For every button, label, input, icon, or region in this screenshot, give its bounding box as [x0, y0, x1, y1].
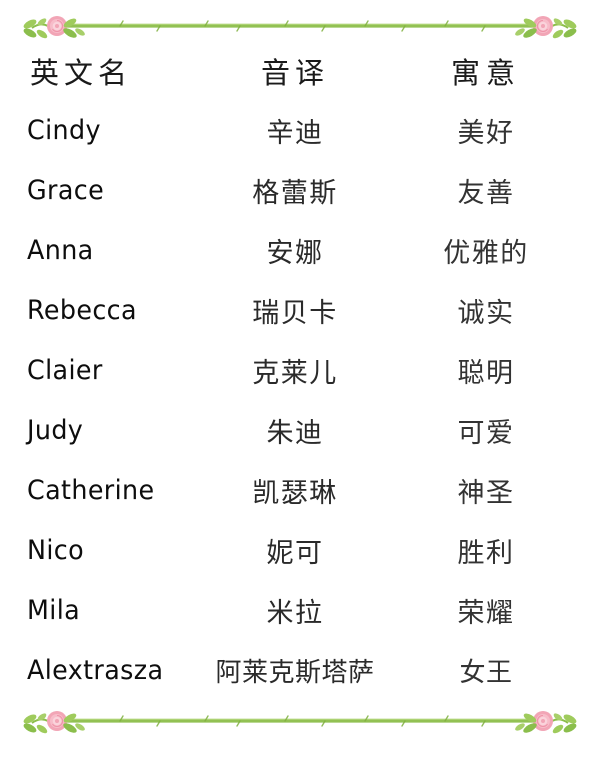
- bottom-floral-divider: [0, 703, 600, 737]
- meaning-value: 荣耀: [457, 597, 515, 628]
- table-header-row: 英文名 音译 寓意: [0, 42, 600, 100]
- cell-english-name: Judy: [0, 400, 200, 460]
- divider-graphic: [23, 711, 577, 734]
- top-floral-divider: [0, 8, 600, 42]
- transliteration-value: 朱迪: [266, 417, 324, 448]
- cell-transliteration: 辛迪: [200, 100, 390, 160]
- meaning-value: 胜利: [457, 537, 515, 568]
- transliteration-value: 安娜: [266, 237, 324, 268]
- table-row: Judy 朱迪 可爱: [0, 400, 600, 460]
- meaning-value: 美好: [457, 117, 515, 148]
- table-row: Claier 克莱儿 聪明: [0, 340, 600, 400]
- name-table: 英文名 音译 寓意 Cindy 辛迪 美好 Grace 格蕾斯 友善 Anna …: [0, 42, 600, 700]
- table-row: Rebecca 瑞贝卡 诚实: [0, 280, 600, 340]
- cell-transliteration: 朱迪: [200, 400, 390, 460]
- header-label-english-name: 英文名: [30, 58, 133, 90]
- cell-transliteration: 凯瑟琳: [200, 460, 390, 520]
- english-name-value: Anna: [27, 234, 94, 266]
- english-name-value: Claier: [27, 354, 103, 386]
- meaning-value: 女王: [459, 657, 513, 687]
- cell-english-name: Cindy: [0, 100, 200, 160]
- cell-meaning: 女王: [390, 640, 600, 700]
- meaning-value: 可爱: [457, 417, 515, 448]
- english-name-value: Judy: [27, 414, 84, 446]
- left-leaf-sprig: [23, 713, 49, 734]
- meaning-value: 诚实: [457, 297, 515, 328]
- cell-meaning: 荣耀: [390, 580, 600, 640]
- table-row: Nico 妮可 胜利: [0, 520, 600, 580]
- english-name-value: Alextrasza: [27, 654, 164, 686]
- cell-transliteration: 米拉: [200, 580, 390, 640]
- transliteration-value: 阿莱克斯塔萨: [215, 657, 375, 687]
- cell-meaning: 友善: [390, 160, 600, 220]
- name-list-page: 英文名 音译 寓意 Cindy 辛迪 美好 Grace 格蕾斯 友善 Anna …: [0, 0, 600, 757]
- cell-transliteration: 安娜: [200, 220, 390, 280]
- cell-english-name: Catherine: [0, 460, 200, 520]
- header-label-meaning: 寓意: [450, 58, 521, 90]
- header-cell-transliteration: 音译: [200, 42, 390, 100]
- table-row: Cindy 辛迪 美好: [0, 100, 600, 160]
- cell-english-name: Rebecca: [0, 280, 200, 340]
- table-row: Alextrasza 阿莱克斯塔萨 女王: [0, 640, 600, 700]
- english-name-value: Mila: [27, 594, 81, 626]
- cell-transliteration: 瑞贝卡: [200, 280, 390, 340]
- english-name-value: Catherine: [27, 474, 155, 506]
- header-cell-english-name: 英文名: [0, 42, 200, 100]
- meaning-value: 聪明: [457, 357, 515, 388]
- transliteration-value: 辛迪: [266, 117, 324, 148]
- cell-transliteration: 妮可: [200, 520, 390, 580]
- table-row: Grace 格蕾斯 友善: [0, 160, 600, 220]
- table-row: Mila 米拉 荣耀: [0, 580, 600, 640]
- cell-transliteration: 克莱儿: [200, 340, 390, 400]
- transliteration-value: 凯瑟琳: [252, 477, 338, 508]
- cell-english-name: Mila: [0, 580, 200, 640]
- cell-transliteration: 格蕾斯: [200, 160, 390, 220]
- divider-graphic: [23, 16, 577, 39]
- header-label-transliteration: 音译: [260, 58, 329, 90]
- transliteration-value: 瑞贝卡: [252, 297, 338, 328]
- cell-meaning: 优雅的: [390, 220, 600, 280]
- header-cell-meaning: 寓意: [390, 42, 600, 100]
- cell-meaning: 可爱: [390, 400, 600, 460]
- cell-english-name: Anna: [0, 220, 200, 280]
- transliteration-value: 克莱儿: [252, 357, 338, 388]
- cell-english-name: Nico: [0, 520, 200, 580]
- cell-meaning: 神圣: [390, 460, 600, 520]
- cell-meaning: 聪明: [390, 340, 600, 400]
- table-row: Catherine 凯瑟琳 神圣: [0, 460, 600, 520]
- transliteration-value: 格蕾斯: [252, 177, 338, 208]
- right-leaf-sprig: [551, 713, 577, 734]
- cell-transliteration: 阿莱克斯塔萨: [200, 640, 390, 700]
- cell-meaning: 美好: [390, 100, 600, 160]
- english-name-value: Rebecca: [27, 294, 137, 326]
- table-row: Anna 安娜 优雅的: [0, 220, 600, 280]
- english-name-value: Nico: [27, 534, 85, 566]
- left-leaf-sprig: [23, 18, 49, 39]
- english-name-value: Cindy: [27, 114, 101, 146]
- meaning-value: 友善: [457, 177, 515, 208]
- cell-english-name: Grace: [0, 160, 200, 220]
- transliteration-value: 米拉: [266, 597, 324, 628]
- transliteration-value: 妮可: [266, 537, 324, 568]
- cell-english-name: Alextrasza: [0, 640, 200, 700]
- meaning-value: 神圣: [457, 477, 515, 508]
- cell-meaning: 诚实: [390, 280, 600, 340]
- meaning-value: 优雅的: [443, 237, 529, 268]
- cell-english-name: Claier: [0, 340, 200, 400]
- cell-meaning: 胜利: [390, 520, 600, 580]
- english-name-value: Grace: [27, 174, 105, 206]
- right-leaf-sprig: [551, 18, 577, 39]
